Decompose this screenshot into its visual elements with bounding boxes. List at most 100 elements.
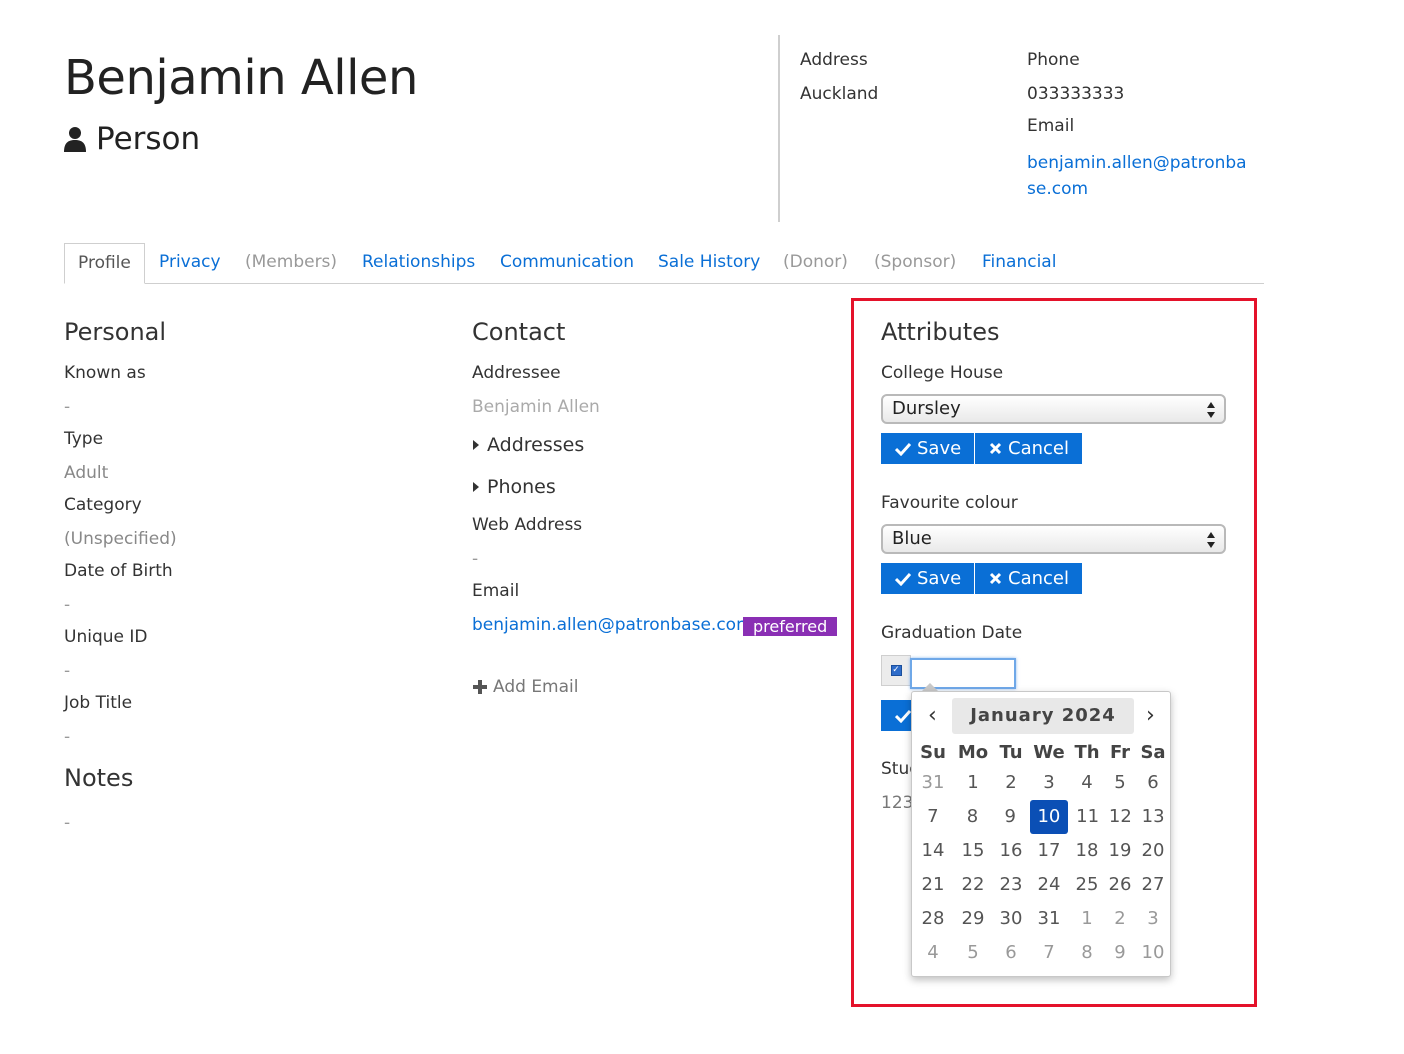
prev-month-button[interactable]: ‹ <box>928 702 937 730</box>
calendar-week-row: 14 15 16 17 18 19 20 <box>912 834 1172 868</box>
calendar-day[interactable]: 6 <box>1134 766 1172 800</box>
web-address-value: - <box>472 549 479 569</box>
notes-heading: Notes <box>64 764 134 792</box>
tab-profile[interactable]: Profile <box>64 243 145 284</box>
calendar-day-other-month[interactable]: 4 <box>912 936 954 970</box>
weekday-sa: Sa <box>1140 742 1166 763</box>
calendar-day-other-month[interactable]: 31 <box>912 766 954 800</box>
person-type-label: Person <box>96 121 201 157</box>
calendar-day-other-month[interactable]: 10 <box>1134 936 1172 970</box>
type-value: Adult <box>64 463 109 483</box>
header-email-line-1: benjamin.allen@patronba <box>1027 153 1247 173</box>
calendar-day[interactable]: 21 <box>912 868 954 902</box>
college-house-select[interactable]: Dursley <box>881 394 1226 424</box>
dob-value: - <box>64 595 71 615</box>
calendar-day[interactable]: 11 <box>1069 800 1107 834</box>
contact-heading: Contact <box>472 318 566 346</box>
person-type: Person <box>64 121 200 157</box>
college-cancel-button[interactable]: Cancel <box>975 433 1082 464</box>
calendar-day-other-month[interactable]: 7 <box>1030 936 1068 970</box>
calendar-day[interactable]: 1 <box>954 766 992 800</box>
calendar-day[interactable]: 29 <box>954 902 992 936</box>
calendar-day[interactable]: 8 <box>954 800 992 834</box>
calendar-day[interactable]: 3 <box>1030 766 1068 800</box>
weekday-th: Th <box>1074 742 1100 763</box>
calendar-day[interactable]: 16 <box>992 834 1030 868</box>
header-email-link[interactable]: benjamin.allen@patronba se.com <box>1027 150 1247 202</box>
check-icon <box>895 442 911 456</box>
college-save-button[interactable]: Save <box>881 433 975 464</box>
calendar-day[interactable]: 5 <box>1106 766 1134 800</box>
web-address-label: Web Address <box>472 515 583 535</box>
graduation-date-label: Graduation Date <box>881 623 1023 643</box>
calendar-day[interactable]: 22 <box>954 868 992 902</box>
contact-email-link[interactable]: benjamin.allen@patronbase.com <box>472 615 753 635</box>
tab-communication[interactable]: Communication <box>500 243 634 284</box>
calendar-month-title[interactable]: January 2024 <box>952 698 1134 734</box>
tab-donor[interactable]: (Donor) <box>783 243 848 284</box>
calendar-day[interactable]: 30 <box>992 902 1030 936</box>
calendar-day[interactable]: 20 <box>1134 834 1172 868</box>
tab-financial[interactable]: Financial <box>982 243 1056 284</box>
check-icon <box>895 572 911 586</box>
calendar-day[interactable]: 26 <box>1106 868 1134 902</box>
calendar-weeks: 31 1 2 3 4 5 6 7 8 9 10 11 12 13 14 15 16 17 18 19 20 21 22 23 2… <box>912 766 1172 970</box>
addresses-expander[interactable]: Addresses <box>473 434 584 456</box>
weekday-mo: Mo <box>957 742 989 763</box>
save-label: Save <box>917 568 962 589</box>
tab-sponsor[interactable]: (Sponsor) <box>874 243 956 284</box>
calendar-day-other-month[interactable]: 9 <box>1106 936 1134 970</box>
add-email-button[interactable]: Add Email <box>473 677 578 697</box>
calendar-day[interactable]: 14 <box>912 834 954 868</box>
calendar-day[interactable]: 9 <box>991 800 1029 834</box>
calendar-day[interactable]: 23 <box>992 868 1030 902</box>
next-month-button[interactable]: › <box>1146 702 1155 730</box>
calendar-day[interactable]: 13 <box>1134 800 1172 834</box>
close-icon <box>989 572 1002 585</box>
calendar-day[interactable]: 18 <box>1068 834 1106 868</box>
header-divider <box>778 35 780 222</box>
favourite-colour-select[interactable]: Blue <box>881 524 1226 554</box>
calendar-day-other-month[interactable]: 1 <box>1068 902 1106 936</box>
graduation-save-button[interactable] <box>881 700 915 731</box>
dob-label: Date of Birth <box>64 561 173 581</box>
calendar-day-other-month[interactable]: 2 <box>1106 902 1134 936</box>
calendar-day-other-month[interactable]: 6 <box>992 936 1030 970</box>
weekday-tu: Tu <box>999 742 1023 763</box>
datepicker-popup: ‹ January 2024 › Su Mo Tu We Th Fr Sa 31… <box>911 691 1171 977</box>
category-value: (Unspecified) <box>64 529 177 549</box>
calendar-day[interactable]: 24 <box>1030 868 1068 902</box>
phones-label: Phones <box>487 476 556 498</box>
calendar-day[interactable]: 17 <box>1030 834 1068 868</box>
calendar-day[interactable]: 25 <box>1068 868 1106 902</box>
colour-save-button[interactable]: Save <box>881 563 975 594</box>
type-label: Type <box>64 429 104 449</box>
tab-relationships[interactable]: Relationships <box>362 243 475 284</box>
colour-cancel-button[interactable]: Cancel <box>975 563 1082 594</box>
calendar-day[interactable]: 27 <box>1134 868 1172 902</box>
calendar-week-row: 4 5 6 7 8 9 10 <box>912 936 1172 970</box>
calendar-day[interactable]: 10 <box>1030 800 1068 834</box>
college-house-label: College House <box>881 363 1004 383</box>
favourite-colour-label: Favourite colour <box>881 493 1018 513</box>
weekday-fr: Fr <box>1109 742 1131 763</box>
calendar-day-other-month[interactable]: 8 <box>1068 936 1106 970</box>
calendar-day[interactable]: 7 <box>912 800 954 834</box>
calendar-day[interactable]: 31 <box>1030 902 1068 936</box>
calendar-day[interactable]: 19 <box>1106 834 1134 868</box>
calendar-day-other-month[interactable]: 3 <box>1134 902 1172 936</box>
header-email-line-2: se.com <box>1027 179 1089 199</box>
calendar-day[interactable]: 2 <box>992 766 1030 800</box>
calendar-day[interactable]: 28 <box>912 902 954 936</box>
tab-privacy[interactable]: Privacy <box>159 243 221 284</box>
phones-expander[interactable]: Phones <box>473 476 556 498</box>
tab-sale-history[interactable]: Sale History <box>658 243 760 284</box>
tab-members[interactable]: (Members) <box>245 243 337 284</box>
weekday-we: We <box>1033 742 1065 763</box>
calendar-day[interactable]: 15 <box>954 834 992 868</box>
calendar-day[interactable]: 4 <box>1068 766 1106 800</box>
calendar-day[interactable]: 12 <box>1106 800 1134 834</box>
graduation-date-checkbox[interactable]: ✓ <box>881 655 911 686</box>
save-label: Save <box>917 438 962 459</box>
calendar-day-other-month[interactable]: 5 <box>954 936 992 970</box>
